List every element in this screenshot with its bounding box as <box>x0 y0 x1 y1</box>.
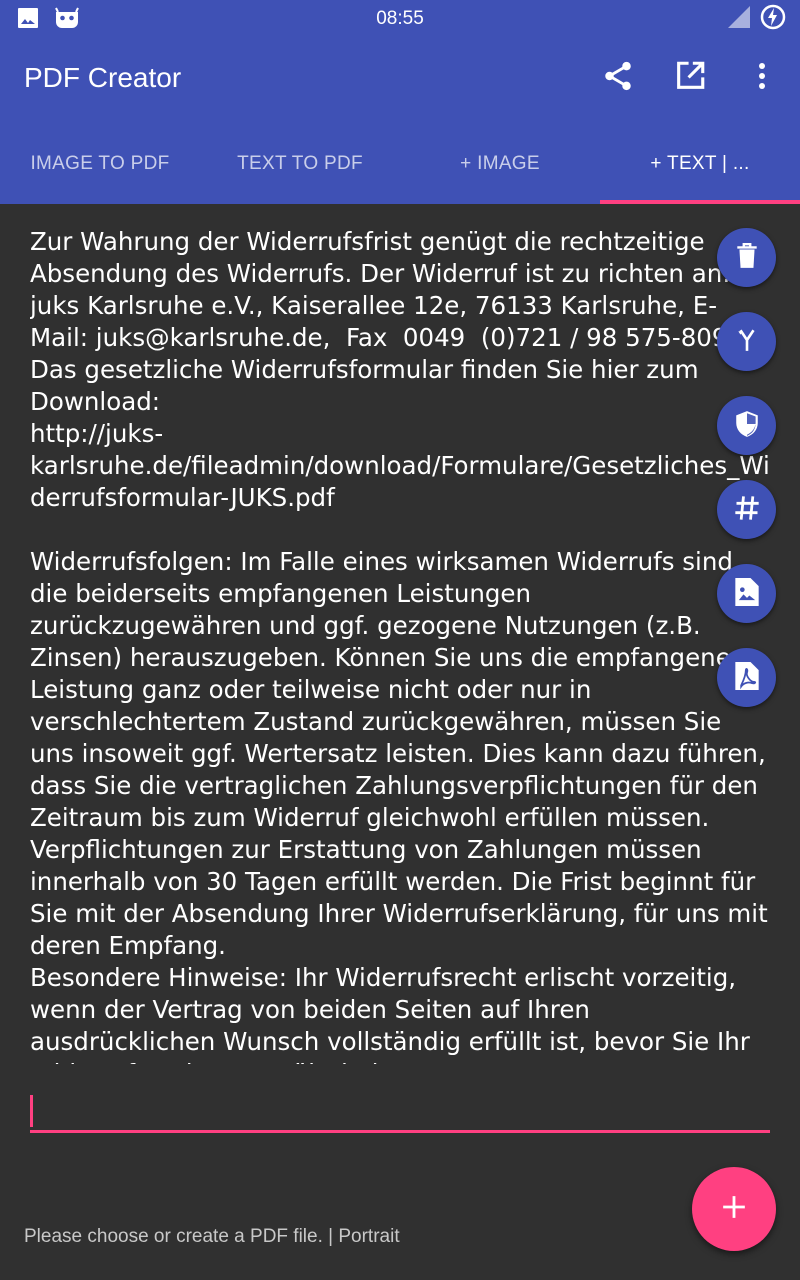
open-external-button[interactable] <box>670 58 710 98</box>
protect-button[interactable] <box>717 396 776 455</box>
pdf-file-button[interactable] <box>717 648 776 707</box>
app-bar: PDF Creator <box>0 38 800 120</box>
app-title: PDF Creator <box>24 62 182 93</box>
share-button[interactable] <box>598 58 638 98</box>
tab-text-to-pdf[interactable]: TEXT TO PDF <box>200 120 400 204</box>
text-input-underline[interactable] <box>30 1130 770 1133</box>
status-bar: 08:55 <box>0 0 800 38</box>
delete-icon <box>734 242 760 274</box>
add-icon <box>721 1194 747 1224</box>
tab-add-text[interactable]: + TEXT | ... <box>600 120 800 204</box>
tab-add-image[interactable]: + IMAGE <box>400 120 600 204</box>
delete-button[interactable] <box>717 228 776 287</box>
tab-image-to-pdf[interactable]: IMAGE TO PDF <box>0 120 200 204</box>
merge-button[interactable] <box>717 312 776 371</box>
add-fab-button[interactable] <box>692 1167 776 1251</box>
merge-icon <box>734 327 760 357</box>
text-cursor <box>30 1095 33 1127</box>
page-numbers-button[interactable] <box>717 480 776 539</box>
shield-icon <box>734 410 760 442</box>
hash-icon <box>733 494 761 526</box>
text-editor-area[interactable]: Zur Wahrung der Widerrufsfrist genügt di… <box>30 204 770 1064</box>
pdf-file-icon <box>734 661 759 694</box>
more-vert-icon <box>757 61 767 95</box>
share-icon <box>601 59 635 97</box>
document-text: Zur Wahrung der Widerrufsfrist genügt di… <box>30 227 770 1064</box>
more-options-button[interactable] <box>742 58 782 98</box>
add-image-file-button[interactable] <box>717 564 776 623</box>
status-text: Please choose or create a PDF file. | Po… <box>24 1226 400 1247</box>
battery-charging-icon <box>760 4 786 34</box>
clock: 08:55 <box>376 8 424 29</box>
tab-bar: IMAGE TO PDF TEXT TO PDF + IMAGE + TEXT … <box>0 120 800 204</box>
open-external-icon <box>673 59 707 97</box>
signal-icon <box>728 6 750 32</box>
image-file-icon <box>734 577 759 610</box>
